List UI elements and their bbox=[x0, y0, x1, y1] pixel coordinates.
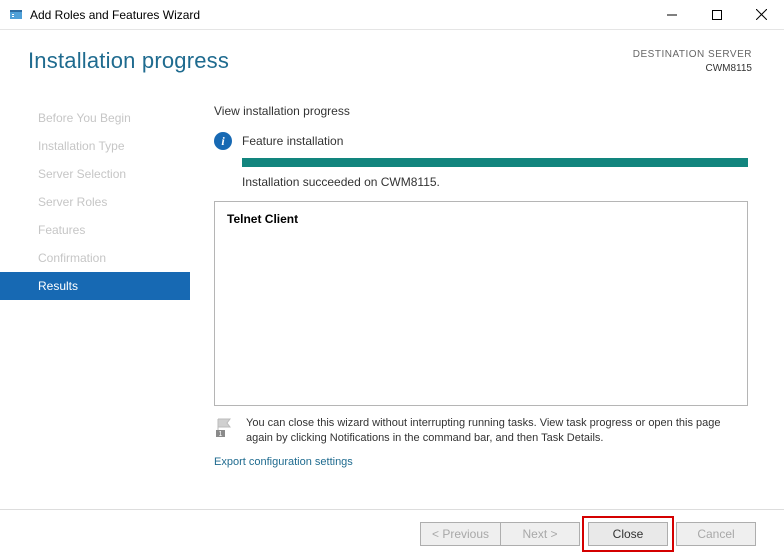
svg-text:1: 1 bbox=[219, 431, 223, 438]
info-icon: i bbox=[214, 132, 232, 150]
wizard-buttons: < Previous Next > Close Cancel bbox=[0, 509, 784, 557]
export-configuration-link[interactable]: Export configuration settings bbox=[214, 456, 353, 468]
next-button: Next > bbox=[500, 522, 580, 546]
title-bar: Add Roles and Features Wizard bbox=[0, 0, 784, 30]
result-item: Telnet Client bbox=[227, 212, 735, 226]
succeed-text: Installation succeeded on CWM8115. bbox=[242, 175, 748, 189]
destination-label: DESTINATION SERVER bbox=[633, 48, 752, 62]
close-window-button[interactable] bbox=[739, 0, 784, 29]
note: 1 You can close this wizard without inte… bbox=[214, 416, 748, 446]
flag-icon: 1 bbox=[214, 416, 236, 438]
window-controls bbox=[649, 0, 784, 29]
note-text: You can close this wizard without interr… bbox=[246, 416, 748, 446]
cancel-button: Cancel bbox=[676, 522, 756, 546]
maximize-button[interactable] bbox=[694, 0, 739, 29]
minimize-button[interactable] bbox=[649, 0, 694, 29]
nav-button-group: < Previous Next > bbox=[420, 522, 580, 546]
step-server-roles: Server Roles bbox=[0, 188, 190, 216]
header: Installation progress DESTINATION SERVER… bbox=[0, 30, 784, 76]
wizard-steps: Before You Begin Installation Type Serve… bbox=[0, 104, 190, 470]
step-results: Results bbox=[0, 272, 190, 300]
close-button[interactable]: Close bbox=[588, 522, 668, 546]
app-icon bbox=[8, 7, 24, 23]
status-text: Feature installation bbox=[242, 134, 343, 148]
status-row: i Feature installation bbox=[214, 132, 748, 150]
destination-server: DESTINATION SERVER CWM8115 bbox=[633, 48, 752, 76]
step-before-you-begin: Before You Begin bbox=[0, 104, 190, 132]
destination-server-name: CWM8115 bbox=[633, 62, 752, 76]
results-box: Telnet Client bbox=[214, 201, 748, 406]
step-installation-type: Installation Type bbox=[0, 132, 190, 160]
content: View installation progress i Feature ins… bbox=[190, 104, 784, 470]
section-heading: View installation progress bbox=[214, 104, 748, 118]
progress-bar bbox=[242, 158, 748, 167]
window-title: Add Roles and Features Wizard bbox=[30, 8, 649, 22]
step-features: Features bbox=[0, 216, 190, 244]
previous-button: < Previous bbox=[420, 522, 500, 546]
body: Before You Begin Installation Type Serve… bbox=[0, 76, 784, 470]
step-server-selection: Server Selection bbox=[0, 160, 190, 188]
page-title: Installation progress bbox=[28, 48, 229, 76]
step-confirmation: Confirmation bbox=[0, 244, 190, 272]
